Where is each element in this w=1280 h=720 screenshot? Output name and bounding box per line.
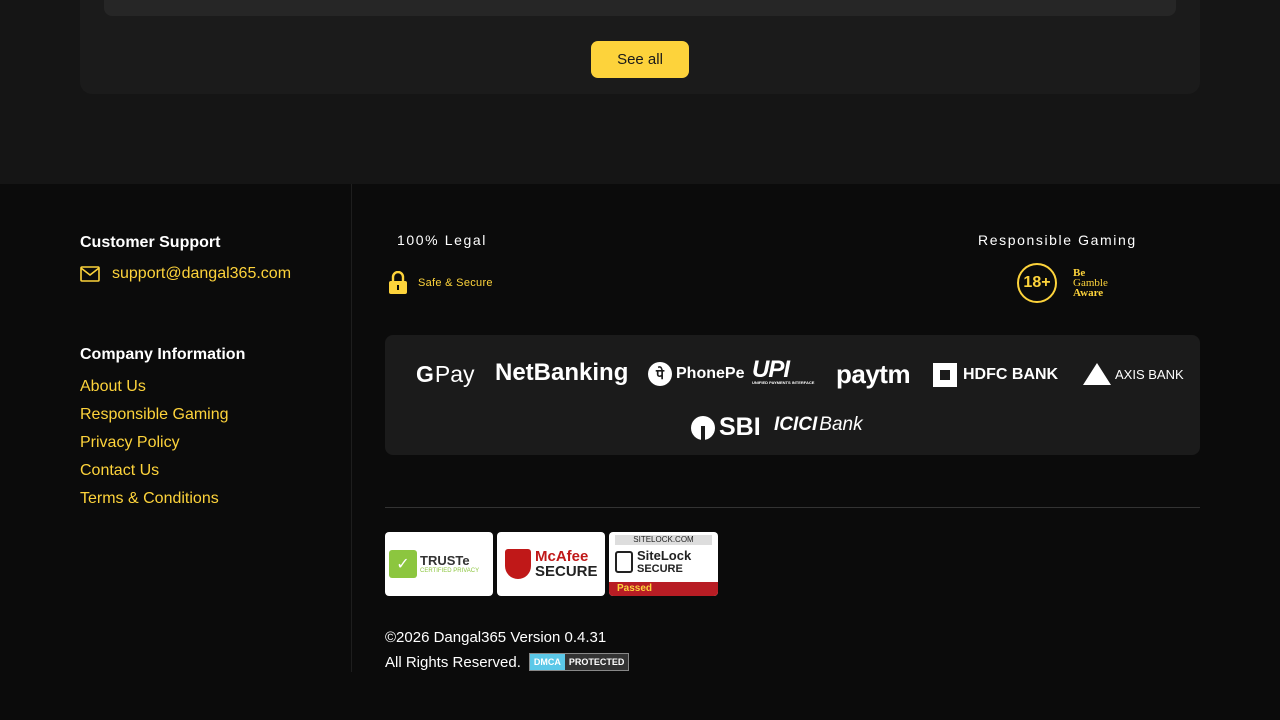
phonepe-label: PhonePe (676, 365, 745, 382)
rights-row: All Rights Reserved. DMCA PROTECTED (385, 653, 630, 671)
sitelock-badge[interactable]: SITELOCK.COM SiteLock SECURE Passed (609, 532, 718, 596)
hdfc-bank-logo: HDFC BANK (933, 363, 1058, 387)
truste-badge[interactable]: ✓ TRUSTe CERTIFIED PRIVACY (385, 532, 493, 596)
footer-left-column: Customer Support support@dangal365.com C… (80, 184, 352, 672)
phonepe-icon: पे (648, 362, 672, 386)
sitelock-body: SiteLock SECURE (615, 549, 691, 575)
list-item[interactable] (104, 0, 1176, 16)
netbanking-logo: NetBanking (495, 359, 629, 386)
truste-title: TRUSTe (420, 552, 470, 568)
safe-secure-label: Safe & Secure (418, 277, 493, 289)
google-g-icon: G (416, 361, 434, 387)
shield-icon (505, 549, 531, 579)
legal-heading: 100% Legal (397, 232, 487, 248)
axis-label: AXIS BANK (1115, 366, 1184, 382)
sitelock-passed: Passed (609, 582, 718, 596)
sbi-logo: SBI (691, 413, 761, 442)
lock-icon (389, 271, 407, 294)
customer-support-heading: Customer Support (80, 234, 221, 251)
support-email-link[interactable]: support@dangal365.com (80, 265, 291, 283)
icici-label: ICICI (774, 414, 818, 435)
content-area: See all (0, 0, 1280, 184)
dmca-badge[interactable]: DMCA PROTECTED (528, 653, 630, 671)
copyright: ©2026 Dangal365 Version 0.4.31 (385, 629, 607, 646)
sitelock-subtitle: SECURE (637, 563, 683, 575)
gpay-label: Pay (434, 361, 475, 387)
upi-label: UPI (752, 356, 790, 383)
about-us-link[interactable]: About Us (80, 376, 229, 404)
sbi-icon (691, 415, 715, 440)
trust-badges: ✓ TRUSTe CERTIFIED PRIVACY McAfee SECURE… (385, 532, 718, 596)
mcafee-title: McAfee (535, 548, 589, 565)
truste-subtitle: CERTIFIED PRIVACY (420, 567, 480, 574)
upi-subtitle: UNIFIED PAYMENTS INTERFACE (752, 380, 815, 385)
icici-bank-logo: ICICI Bank (774, 414, 863, 436)
hdfc-icon (933, 363, 957, 387)
contact-us-link[interactable]: Contact Us (80, 460, 229, 488)
payment-methods: G Pay NetBanking पे PhonePe UPI UNIFIED P… (385, 335, 1200, 455)
company-links: About Us Responsible Gaming Privacy Poli… (80, 376, 229, 516)
rights-text: All Rights Reserved. (385, 653, 521, 671)
dmca-protected-label: PROTECTED (564, 654, 629, 670)
dmca-label: DMCA (529, 654, 565, 670)
mcafee-badge[interactable]: McAfee SECURE (497, 532, 605, 596)
content-card: See all (80, 0, 1200, 94)
mcafee-subtitle: SECURE (535, 563, 598, 580)
be-gamble-aware-logo[interactable]: Be Gamble Aware (1073, 268, 1108, 299)
upi-logo: UPI UNIFIED PAYMENTS INTERFACE (752, 356, 815, 385)
terms-conditions-link[interactable]: Terms & Conditions (80, 488, 229, 516)
axis-bank-logo: AXIS BANK (1083, 363, 1184, 385)
paytm-logo: paytm (836, 359, 911, 389)
divider (385, 507, 1200, 508)
mail-icon (80, 266, 100, 282)
gamble-aware-line-3: Aware (1073, 287, 1104, 299)
responsible-gaming-heading: Responsible Gaming (978, 232, 1137, 248)
footer: Customer Support support@dangal365.com C… (0, 184, 1280, 720)
lock-icon (615, 551, 633, 573)
phonepe-logo: पे PhonePe (648, 362, 744, 386)
axis-icon (1083, 363, 1111, 385)
sitelock-url: SITELOCK.COM (615, 535, 712, 545)
responsible-gaming-link[interactable]: Responsible Gaming (80, 404, 229, 432)
see-all-button[interactable]: See all (591, 41, 689, 78)
age-18-badge: 18+ (1017, 263, 1057, 303)
hdfc-label: HDFC BANK (963, 366, 1059, 383)
google-pay-logo: G Pay (416, 361, 475, 388)
check-icon: ✓ (389, 550, 417, 578)
icici-bank-label: Bank (819, 414, 863, 435)
safe-secure: Safe & Secure (388, 271, 493, 295)
sbi-label: SBI (719, 413, 761, 441)
support-email: support@dangal365.com (112, 265, 292, 282)
company-information-heading: Company Information (80, 346, 246, 363)
sitelock-title: SiteLock (637, 548, 692, 563)
privacy-policy-link[interactable]: Privacy Policy (80, 432, 229, 460)
responsible-gaming-badges: 18+ Be Gamble Aware (1017, 263, 1108, 303)
